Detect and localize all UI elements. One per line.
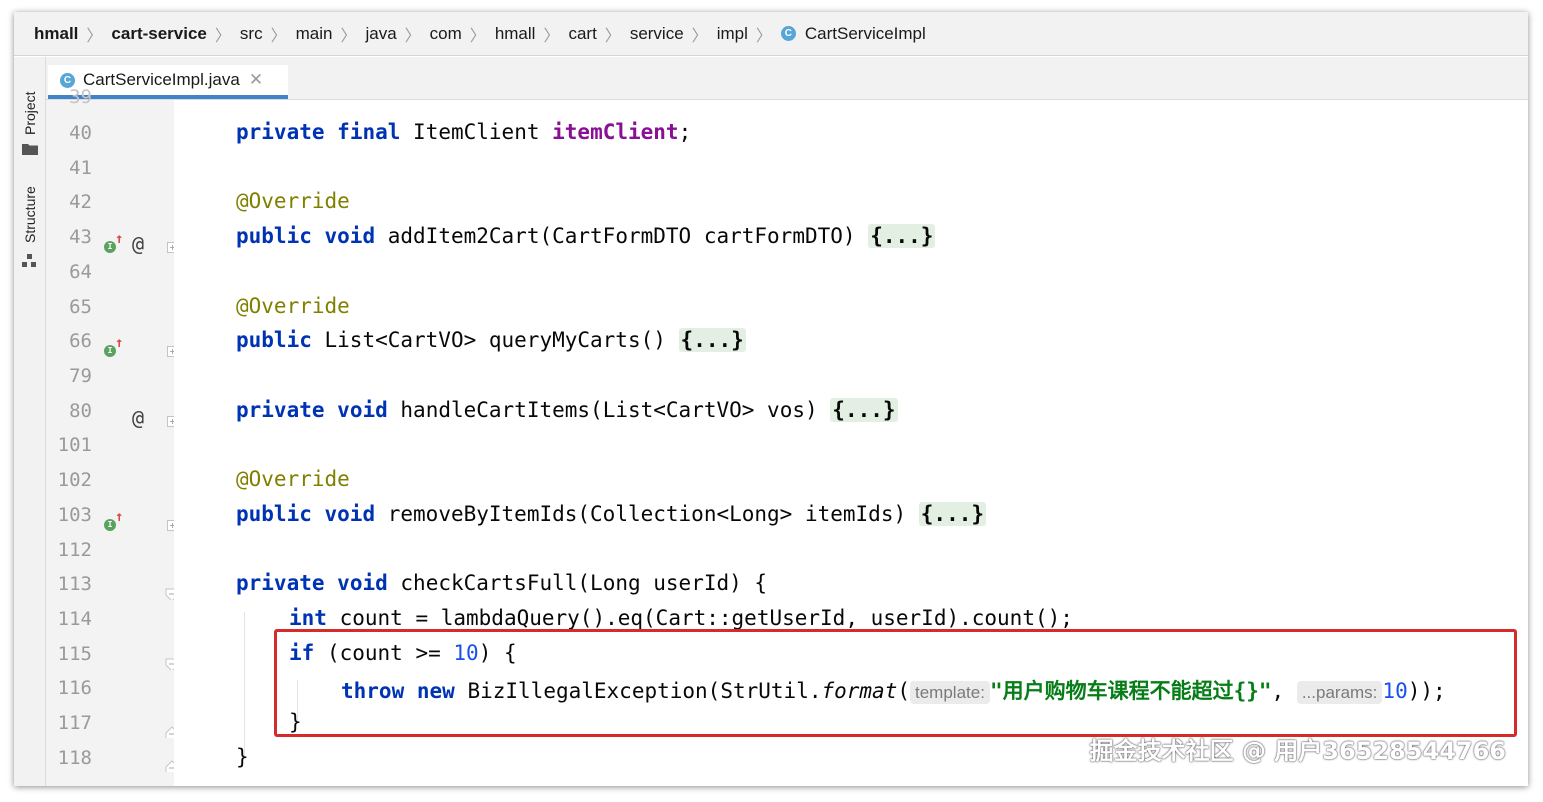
code-line-66: public List<CartVO> queryMyCarts() {...} [236, 328, 746, 352]
line-number: 101 [57, 434, 92, 456]
close-icon[interactable]: ✕ [249, 70, 263, 90]
code-line-114: int count = lambdaQuery().eq(Cart::getUs… [289, 606, 1073, 630]
folder-icon [22, 144, 38, 155]
breadcrumb-item-main[interactable]: main [296, 24, 333, 44]
editor-tab-bar: C CartServiceImpl.java ✕ [46, 57, 1528, 100]
code-line-103: public void removeByItemIds(Collection<L… [236, 502, 986, 526]
breadcrumb-item-cart[interactable]: cart [568, 24, 596, 44]
at-annotation-icon[interactable]: @ [132, 406, 144, 430]
breadcrumb-item-src[interactable]: src [240, 24, 263, 44]
project-tool-label: Project [22, 91, 38, 135]
line-number: 80 [69, 400, 92, 422]
breadcrumb-item-service[interactable]: service [630, 24, 684, 44]
line-number: 113 [57, 573, 92, 595]
breadcrumb-separator-icon: 〉 [691, 27, 708, 45]
folded-code-region[interactable]: {...} [678, 328, 746, 352]
code-line-65: @Override [236, 294, 350, 318]
structure-icon [22, 254, 36, 267]
breadcrumb-separator-icon: 〉 [469, 27, 486, 45]
breadcrumb-separator-icon: 〉 [604, 27, 621, 45]
breadcrumb-separator-icon: 〉 [404, 27, 421, 45]
breadcrumb-item-hmall-package[interactable]: hmall [495, 24, 536, 44]
breadcrumb-item-java[interactable]: java [365, 24, 396, 44]
breadcrumb-item-com[interactable]: com [430, 24, 462, 44]
folded-code-region[interactable]: {...} [868, 224, 936, 248]
code-line-42: @Override [236, 189, 350, 213]
breadcrumb-separator-icon: 〉 [86, 27, 103, 45]
line-number: 66 [69, 330, 92, 352]
breadcrumb: hmall 〉 cart-service 〉 src 〉 main 〉 java… [14, 12, 1528, 56]
editor-gutter: 39 40 41 42 43 64 65 66 79 80 101 102 10… [46, 86, 179, 786]
line-number: 65 [69, 296, 92, 318]
breadcrumb-item-impl[interactable]: impl [717, 24, 748, 44]
breadcrumb-item-label: CartServiceImpl [804, 23, 926, 43]
breadcrumb-separator-icon: 〉 [543, 27, 560, 45]
arrow-up-icon: ↑ [115, 335, 124, 351]
code-line-102: @Override [236, 467, 350, 491]
line-number: 117 [57, 712, 92, 734]
at-annotation-icon[interactable]: @ [132, 232, 144, 256]
code-line-43: public void addItem2Cart(CartFormDTO car… [236, 224, 936, 248]
line-number-clipped: 39 [69, 86, 92, 108]
breadcrumb-item-hmall[interactable]: hmall [34, 24, 78, 44]
breadcrumb-separator-icon: 〉 [340, 27, 357, 45]
line-number: 42 [69, 191, 92, 213]
code-line-80: private void handleCartItems(List<CartVO… [236, 398, 898, 422]
line-number: 64 [69, 261, 92, 283]
structure-tool-button[interactable]: Structure [14, 177, 45, 287]
line-number: 112 [57, 539, 92, 561]
folded-code-region[interactable]: {...} [830, 398, 898, 422]
class-icon: C [780, 26, 796, 41]
line-number: 79 [69, 365, 92, 387]
breadcrumb-separator-icon: 〉 [270, 27, 287, 45]
line-number: 43 [69, 226, 92, 248]
breadcrumb-item-cart-service[interactable]: cart-service [111, 24, 206, 44]
line-number: 114 [57, 608, 92, 630]
line-number: 116 [57, 677, 92, 699]
line-number: 118 [57, 747, 92, 769]
code-line-113: private void checkCartsFull(Long userId)… [236, 571, 768, 595]
indent-guide [244, 612, 245, 757]
breadcrumb-item-cartserviceimpl[interactable]: C CartServiceImpl [780, 23, 926, 44]
project-tool-button[interactable]: Project [14, 67, 45, 167]
line-number: 41 [69, 157, 92, 179]
folded-code-region[interactable]: {...} [918, 502, 986, 526]
arrow-up-icon: ↑ [115, 231, 124, 247]
structure-tool-label: Structure [22, 186, 38, 243]
line-number: 115 [57, 643, 92, 665]
line-number: 40 [69, 122, 92, 144]
ide-window: hmall 〉 cart-service 〉 src 〉 main 〉 java… [14, 12, 1528, 786]
tool-window-strip: Project Structure [14, 57, 46, 786]
code-line-118: } [236, 745, 249, 769]
code-line-40: private final ItemClient itemClient; [236, 120, 692, 144]
tab-label: CartServiceImpl.java [83, 70, 240, 89]
line-number: 102 [57, 469, 92, 491]
highlight-box [274, 629, 1517, 737]
breadcrumb-separator-icon: 〉 [214, 27, 231, 45]
arrow-up-icon: ↑ [115, 509, 124, 525]
breadcrumb-separator-icon: 〉 [755, 27, 772, 45]
line-number: 103 [57, 504, 92, 526]
watermark: 掘金技术社区 @ 用户36528544766 [1089, 737, 1506, 765]
